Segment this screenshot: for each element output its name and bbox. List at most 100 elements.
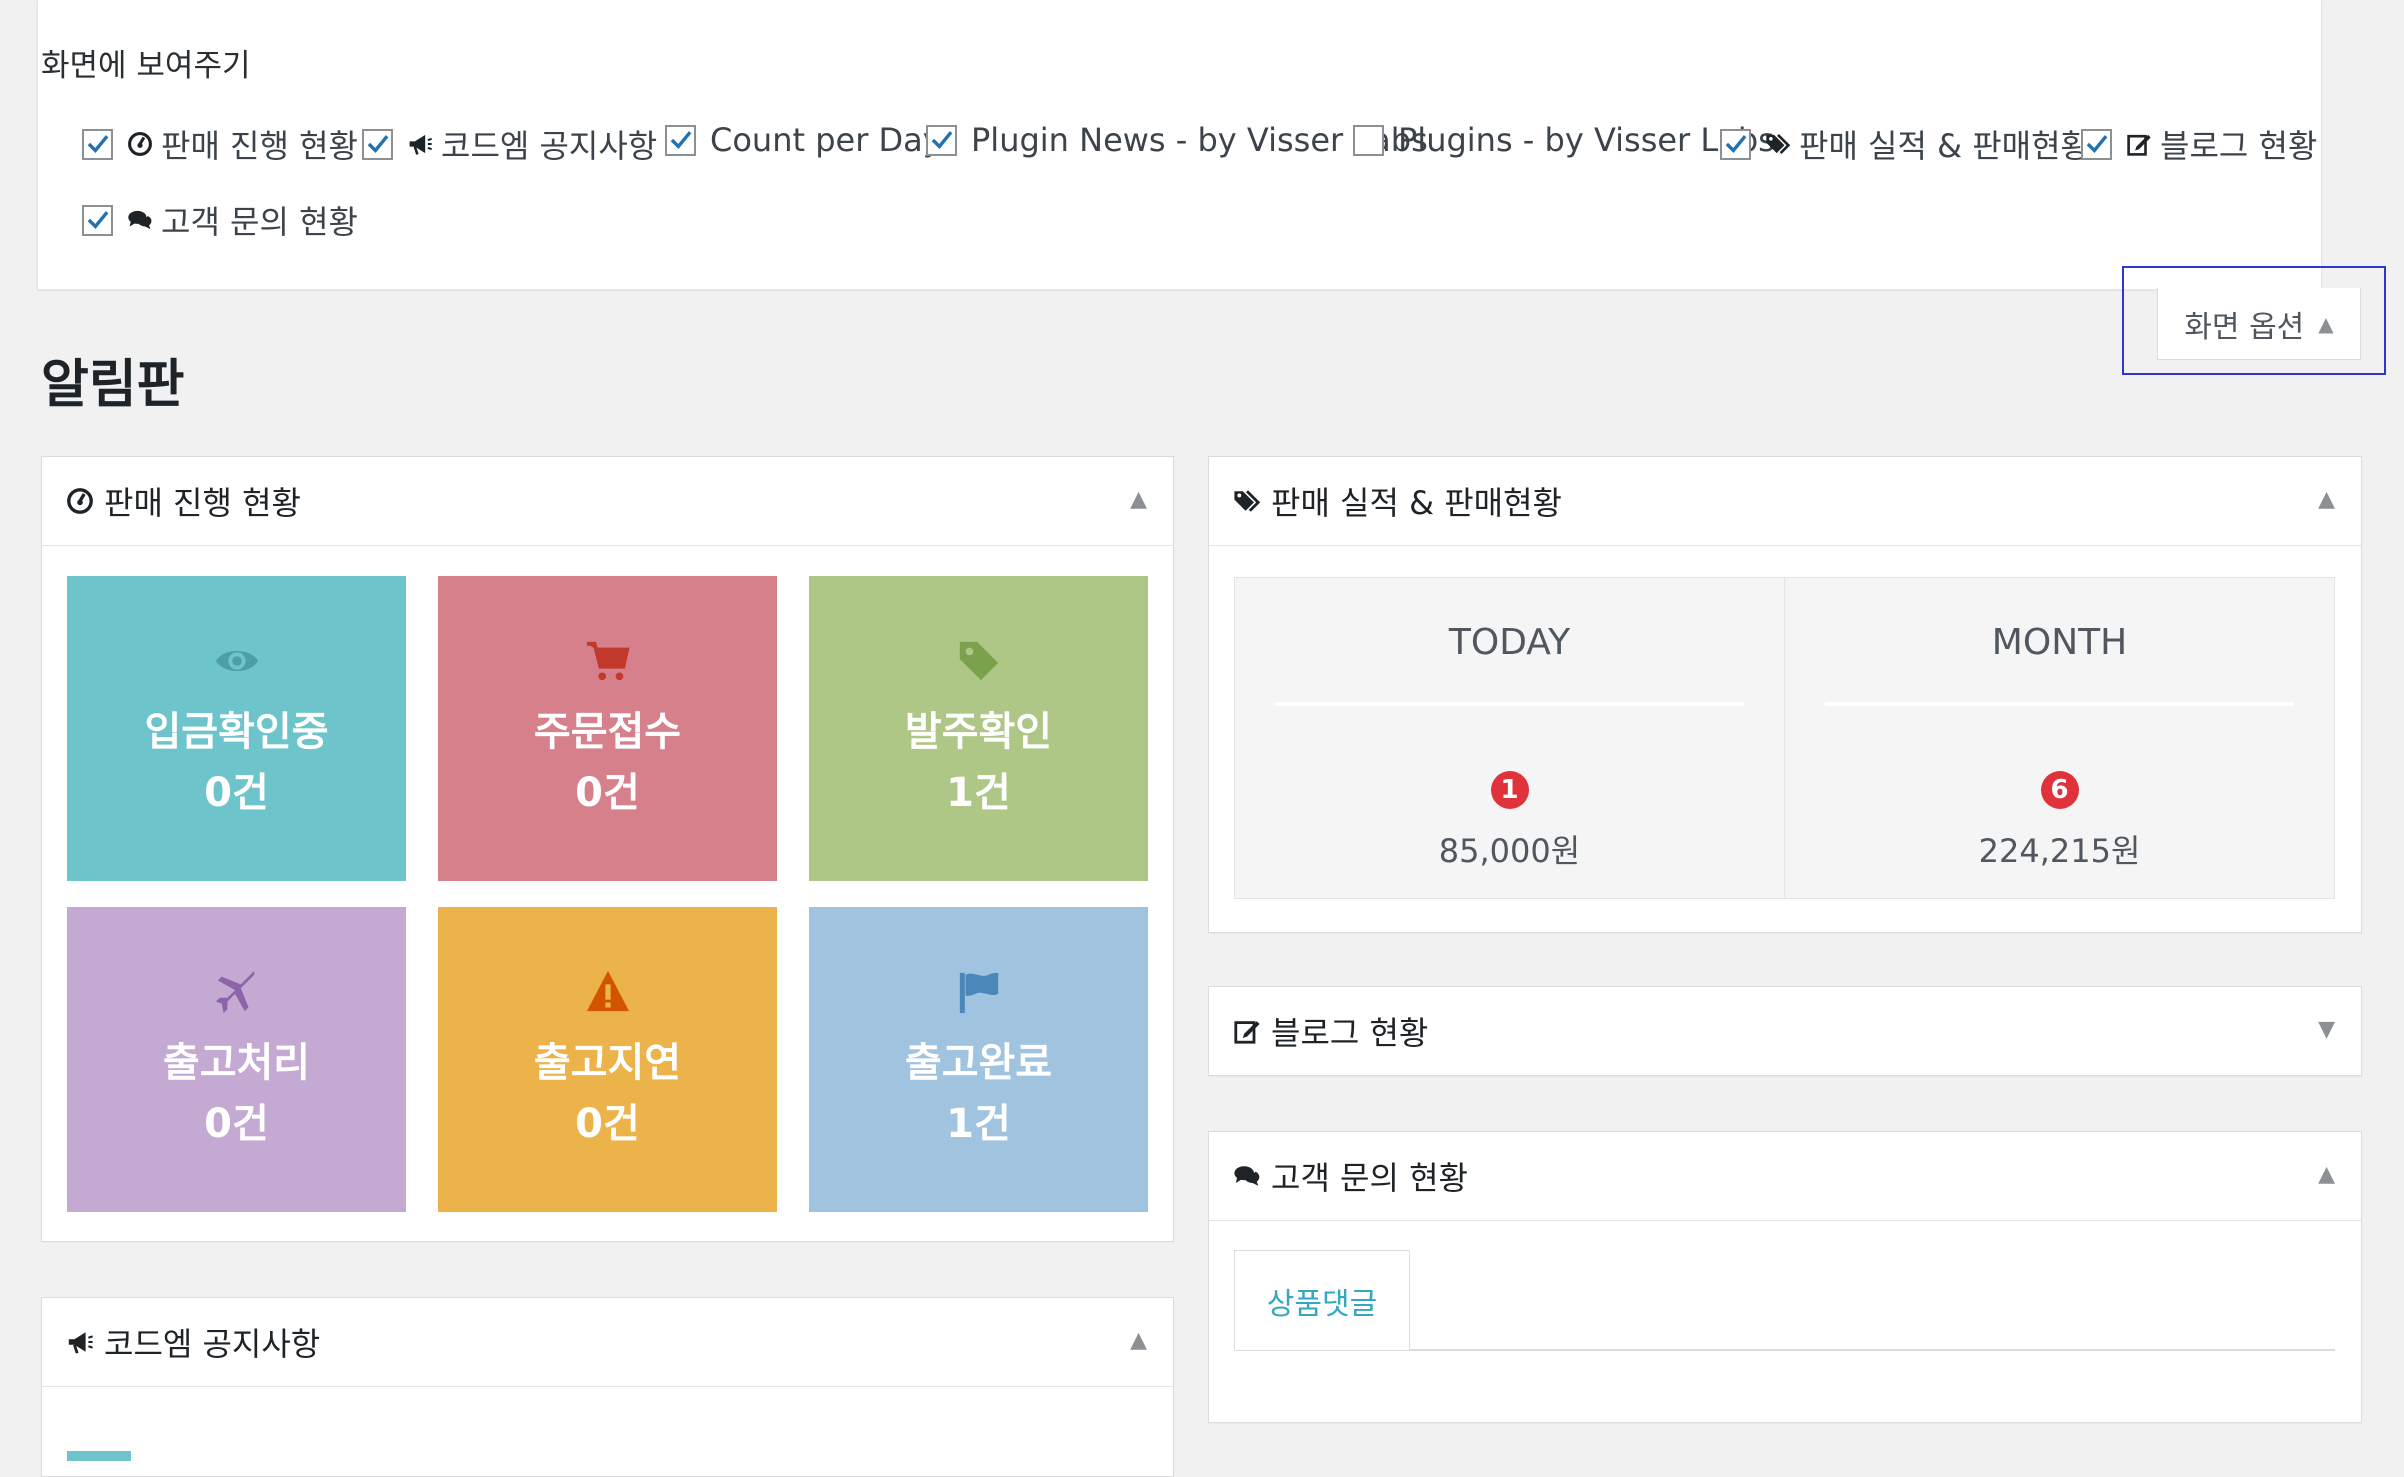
screen-options-title: 화면에 보여주기 <box>41 48 251 84</box>
divider <box>1275 702 1744 706</box>
sales-amount: 85,000원 <box>1438 832 1581 870</box>
widget-title: 판매 실적 & 판매현황 <box>1271 484 1562 522</box>
checkbox[interactable] <box>2081 128 2112 160</box>
widget-title: 코드엠 공지사항 <box>104 1325 321 1363</box>
sales-progress-widget: 판매 진행 현황 ▲ 입금확인중 0건 주문접수 0건 발주확인 1건 출고처리… <box>41 456 1174 1242</box>
screen-options-tab-button[interactable]: 화면 옵션 ▲ <box>2157 288 2361 360</box>
tile-count: 1건 <box>946 770 1011 816</box>
check-icon <box>2086 135 2107 154</box>
sales-today-column: TODAY 1 85,000원 <box>1235 578 1784 898</box>
tile-label: 출고완료 <box>904 1040 1053 1086</box>
option-count-per-day[interactable]: Count per Day <box>665 121 942 159</box>
status-tile-order-confirmed[interactable]: 발주확인 1건 <box>809 576 1148 881</box>
sales-summary-table: TODAY 1 85,000원 MONTH 6 224,215원 <box>1234 577 2335 899</box>
tile-count: 0건 <box>204 770 269 816</box>
status-tile-shipping[interactable]: 출고처리 0건 <box>67 907 406 1212</box>
sales-amount: 224,215원 <box>1978 832 2141 870</box>
blog-widget: 블로그 현황 ▼ <box>1208 986 2362 1076</box>
tile-label: 입금확인중 <box>144 709 329 755</box>
checkbox[interactable] <box>82 204 113 236</box>
comments-icon <box>128 210 152 230</box>
eye-icon <box>215 650 258 672</box>
option-blog[interactable]: 블로그 현황 <box>2081 121 2317 167</box>
tile-label: 발주확인 <box>904 709 1053 755</box>
option-label: Plugins - by Visser Labs <box>1398 121 1775 159</box>
edit-icon <box>2127 134 2151 156</box>
check-icon <box>1725 135 1746 154</box>
checkbox[interactable] <box>82 128 113 160</box>
sales-month-column: MONTH 6 224,215원 <box>1785 578 2334 898</box>
checkbox[interactable] <box>1720 128 1751 160</box>
option-label: Count per Day <box>710 121 942 159</box>
dashboard-icon <box>128 132 152 156</box>
option-plugins[interactable]: Plugins - by Visser Labs <box>1353 121 1775 159</box>
warning-icon <box>586 970 629 1012</box>
period-label: MONTH <box>1991 622 2128 663</box>
widget-header[interactable]: 코드엠 공지사항 ▲ <box>42 1298 1173 1387</box>
option-sales-report[interactable]: 판매 실적 & 판매현황 <box>1720 121 2090 167</box>
tags-icon <box>1234 490 1261 512</box>
check-icon <box>87 211 108 230</box>
checkbox[interactable] <box>1353 124 1384 156</box>
notice-widget: 코드엠 공지사항 ▲ <box>41 1297 1174 1477</box>
tile-label: 주문접수 <box>533 709 682 755</box>
tile-count: 1건 <box>946 1101 1011 1147</box>
checkbox[interactable] <box>362 128 393 160</box>
check-icon <box>367 135 388 154</box>
tags-icon <box>1766 133 1791 155</box>
dashboard-icon <box>67 488 93 514</box>
option-customer-inquiry[interactable]: 고객 문의 현황 <box>82 197 358 243</box>
tile-label: 출고지연 <box>533 1040 682 1086</box>
tile-count: 0건 <box>204 1101 269 1147</box>
widget-header[interactable]: 판매 진행 현황 ▲ <box>42 457 1173 546</box>
bullhorn-icon <box>409 134 433 155</box>
order-count-badge: 6 <box>2040 771 2079 809</box>
arrow-up-icon: ▲ <box>2318 311 2334 336</box>
option-label: 판매 진행 현황 <box>161 127 358 165</box>
bullhorn-icon <box>68 1332 93 1354</box>
option-label: 블로그 현황 <box>2160 127 2318 165</box>
tag-icon <box>959 641 998 681</box>
divider <box>1825 702 2294 706</box>
tile-label: 출고처리 <box>162 1040 311 1086</box>
option-label: 코드엠 공지사항 <box>441 127 658 165</box>
option-sales-progress[interactable]: 판매 진행 현황 <box>82 121 358 167</box>
expand-toggle-icon[interactable]: ▼ <box>2318 1017 2335 1042</box>
widget-title: 고객 문의 현황 <box>1271 1159 1468 1197</box>
flag-icon <box>959 972 998 1014</box>
edit-icon <box>1234 1021 1260 1044</box>
widget-header[interactable]: 판매 실적 & 판매현황 ▲ <box>1209 457 2361 546</box>
collapse-toggle-icon[interactable]: ▲ <box>1130 1328 1147 1353</box>
collapse-toggle-icon[interactable]: ▲ <box>2318 487 2335 512</box>
option-label: 고객 문의 현황 <box>161 203 358 241</box>
check-icon <box>931 131 952 150</box>
widget-header[interactable]: 고객 문의 현황 ▲ <box>1209 1132 2361 1221</box>
collapse-toggle-icon[interactable]: ▲ <box>2318 1162 2335 1187</box>
status-tile-order-received[interactable]: 주문접수 0건 <box>438 576 777 881</box>
tile-count: 0건 <box>575 1101 640 1147</box>
check-icon <box>87 135 108 154</box>
tile-count: 0건 <box>575 770 640 816</box>
status-tile-shipped[interactable]: 출고완료 1건 <box>809 907 1148 1212</box>
comments-icon <box>1234 1166 1260 1186</box>
screen-options-tab-label: 화면 옵션 <box>2184 309 2305 345</box>
widget-title: 블로그 현황 <box>1271 1014 1429 1052</box>
sales-report-widget: 판매 실적 & 판매현황 ▲ TODAY 1 85,000원 MONTH 6 2… <box>1208 456 2362 933</box>
notice-tab-indicator <box>67 1451 131 1461</box>
tab-product-comments[interactable]: 상품댓글 <box>1234 1250 1410 1350</box>
check-icon <box>670 131 691 150</box>
page-title: 알림판 <box>41 355 185 415</box>
option-notice[interactable]: 코드엠 공지사항 <box>362 121 657 167</box>
collapse-toggle-icon[interactable]: ▲ <box>1130 487 1147 512</box>
widget-header[interactable]: 블로그 현황 ▼ <box>1209 987 2361 1075</box>
plane-icon <box>215 970 254 1014</box>
status-tile-deposit-pending[interactable]: 입금확인중 0건 <box>67 576 406 881</box>
checkbox[interactable] <box>926 124 957 156</box>
period-label: TODAY <box>1448 622 1571 663</box>
checkbox[interactable] <box>665 124 696 156</box>
widget-title: 판매 진행 현황 <box>104 484 301 522</box>
status-tile-shipping-delayed[interactable]: 출고지연 0건 <box>438 907 777 1212</box>
option-label: 판매 실적 & 판매현황 <box>1799 127 2090 165</box>
tab-label: 상품댓글 <box>1266 1286 1378 1322</box>
order-count-badge: 1 <box>1490 771 1529 809</box>
